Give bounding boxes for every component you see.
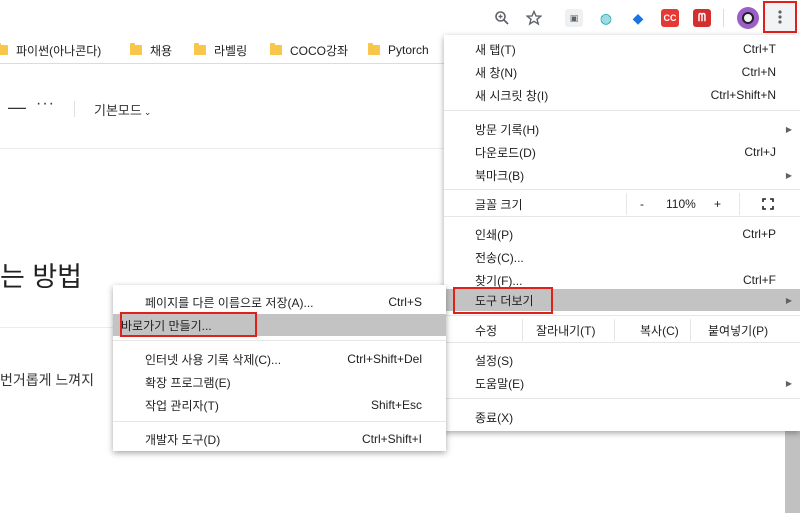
divider <box>522 319 523 341</box>
submenu-item-task-manager[interactable]: 작업 관리자(T) Shift+Esc <box>113 394 446 416</box>
menu-item-history[interactable]: 방문 기록(H) ▶ <box>444 118 800 140</box>
menu-separator <box>444 315 800 316</box>
copy-button[interactable]: 복사(C) <box>640 322 679 339</box>
divider <box>626 193 627 215</box>
bookmark-folder[interactable]: 채용 <box>130 42 172 58</box>
zoom-level: 110% <box>666 197 696 211</box>
bookmark-star-icon[interactable] <box>524 8 544 28</box>
kebab-menu-icon <box>778 10 782 24</box>
divider <box>74 101 75 117</box>
menu-item-exit[interactable]: 종료(X) <box>444 406 800 428</box>
diamond-extension-icon[interactable]: ◆ <box>629 9 647 27</box>
bookmark-folder[interactable]: 파이썬(아나콘다) <box>0 42 101 58</box>
zoom-in-button[interactable]: + <box>714 197 721 211</box>
menu-separator <box>444 342 800 343</box>
article-heading: 는 방법 <box>0 262 83 292</box>
menu-separator <box>444 189 800 190</box>
menu-separator <box>444 398 800 399</box>
submenu-item-extensions[interactable]: 확장 프로그램(E) <box>113 371 446 393</box>
menu-item-help[interactable]: 도움말(E) ▶ <box>444 372 800 394</box>
divider <box>0 148 460 149</box>
highlight-box <box>453 287 553 314</box>
folder-icon <box>194 43 206 55</box>
menu-separator <box>113 340 446 341</box>
bookmark-folder[interactable]: COCO강좌 <box>270 42 348 58</box>
cc-extension-icon[interactable]: CC <box>661 9 679 27</box>
menu-item-edit: 수정 잘라내기(T) 복사(C) 붙여넣기(P) <box>444 319 800 341</box>
chrome-main-menu: 새 탭(T) Ctrl+T 새 창(N) Ctrl+N 새 시크릿 창(I) Ctrl… <box>444 35 800 431</box>
submenu-arrow-icon: ▶ <box>785 378 792 388</box>
divider <box>614 319 615 341</box>
mendeley-extension-icon[interactable]: ᗰ <box>693 9 711 27</box>
scrollbar-thumb[interactable] <box>785 429 800 513</box>
paste-button[interactable]: 붙여넣기(P) <box>708 322 768 339</box>
menu-separator <box>444 110 800 111</box>
zoom-out-button[interactable]: - <box>640 197 644 211</box>
highlight-box <box>120 312 257 337</box>
mode-selector[interactable]: 기본모드 ⌄ <box>94 100 151 119</box>
menu-item-new-window[interactable]: 새 창(N) Ctrl+N <box>444 61 800 83</box>
folder-icon <box>0 43 8 55</box>
menu-item-settings[interactable]: 설정(S) <box>444 349 800 371</box>
menu-item-zoom: 글꼴 크기 - 110% + <box>444 193 800 215</box>
menu-item-bookmarks[interactable]: 북마크(B) ▶ <box>444 164 800 186</box>
menu-separator <box>444 216 800 217</box>
browser-toolbar: ▣ ◍ ◆ CC ᗰ <box>0 0 800 36</box>
cast-extension-icon[interactable]: ▣ <box>565 9 583 27</box>
toolbar-divider <box>723 9 724 27</box>
submenu-item-save-page[interactable]: 페이지를 다른 이름으로 저장(A)... Ctrl+S <box>113 291 446 313</box>
chevron-down-icon: ⌄ <box>143 107 152 117</box>
divider <box>0 327 120 328</box>
menu-item-print[interactable]: 인쇄(P) Ctrl+P <box>444 223 800 245</box>
divider <box>690 319 691 341</box>
folder-icon <box>270 43 282 55</box>
submenu-arrow-icon: ▶ <box>785 170 792 180</box>
menu-item-cast[interactable]: 전송(C)... <box>444 246 800 268</box>
menu-item-downloads[interactable]: 다운로드(D) Ctrl+J <box>444 141 800 163</box>
zoom-in-icon[interactable] <box>492 8 512 28</box>
submenu-arrow-icon: ▶ <box>785 295 792 305</box>
cut-button[interactable]: 잘라내기(T) <box>536 322 595 339</box>
menu-separator <box>113 421 446 422</box>
more-tools-submenu: 페이지를 다른 이름으로 저장(A)... Ctrl+S 바로가기 만들기... … <box>113 285 446 451</box>
fullscreen-icon[interactable] <box>762 198 774 210</box>
profile-avatar[interactable] <box>737 7 759 29</box>
bookmark-folder[interactable]: 라벨링 <box>194 42 247 58</box>
submenu-arrow-icon: ▶ <box>785 124 792 134</box>
bookmark-folder[interactable]: Pytorch <box>368 42 429 58</box>
folder-icon <box>130 43 142 55</box>
folder-icon <box>368 43 380 55</box>
divider <box>739 193 740 215</box>
submenu-item-clear-data[interactable]: 인터넷 사용 기록 삭제(C)... Ctrl+Shift+Del <box>113 348 446 370</box>
submenu-item-dev-tools[interactable]: 개발자 도구(D) Ctrl+Shift+I <box>113 428 446 450</box>
menu-item-incognito[interactable]: 새 시크릿 창(I) Ctrl+Shift+N <box>444 84 800 106</box>
article-text: 번거롭게 느껴지 <box>0 372 95 388</box>
globe-extension-icon[interactable]: ◍ <box>597 9 615 27</box>
chrome-menu-button[interactable] <box>763 1 797 33</box>
menu-item-new-tab[interactable]: 새 탭(T) Ctrl+T <box>444 38 800 60</box>
minus-icon[interactable]: — <box>8 97 26 118</box>
more-icon[interactable]: ··· <box>36 95 55 113</box>
